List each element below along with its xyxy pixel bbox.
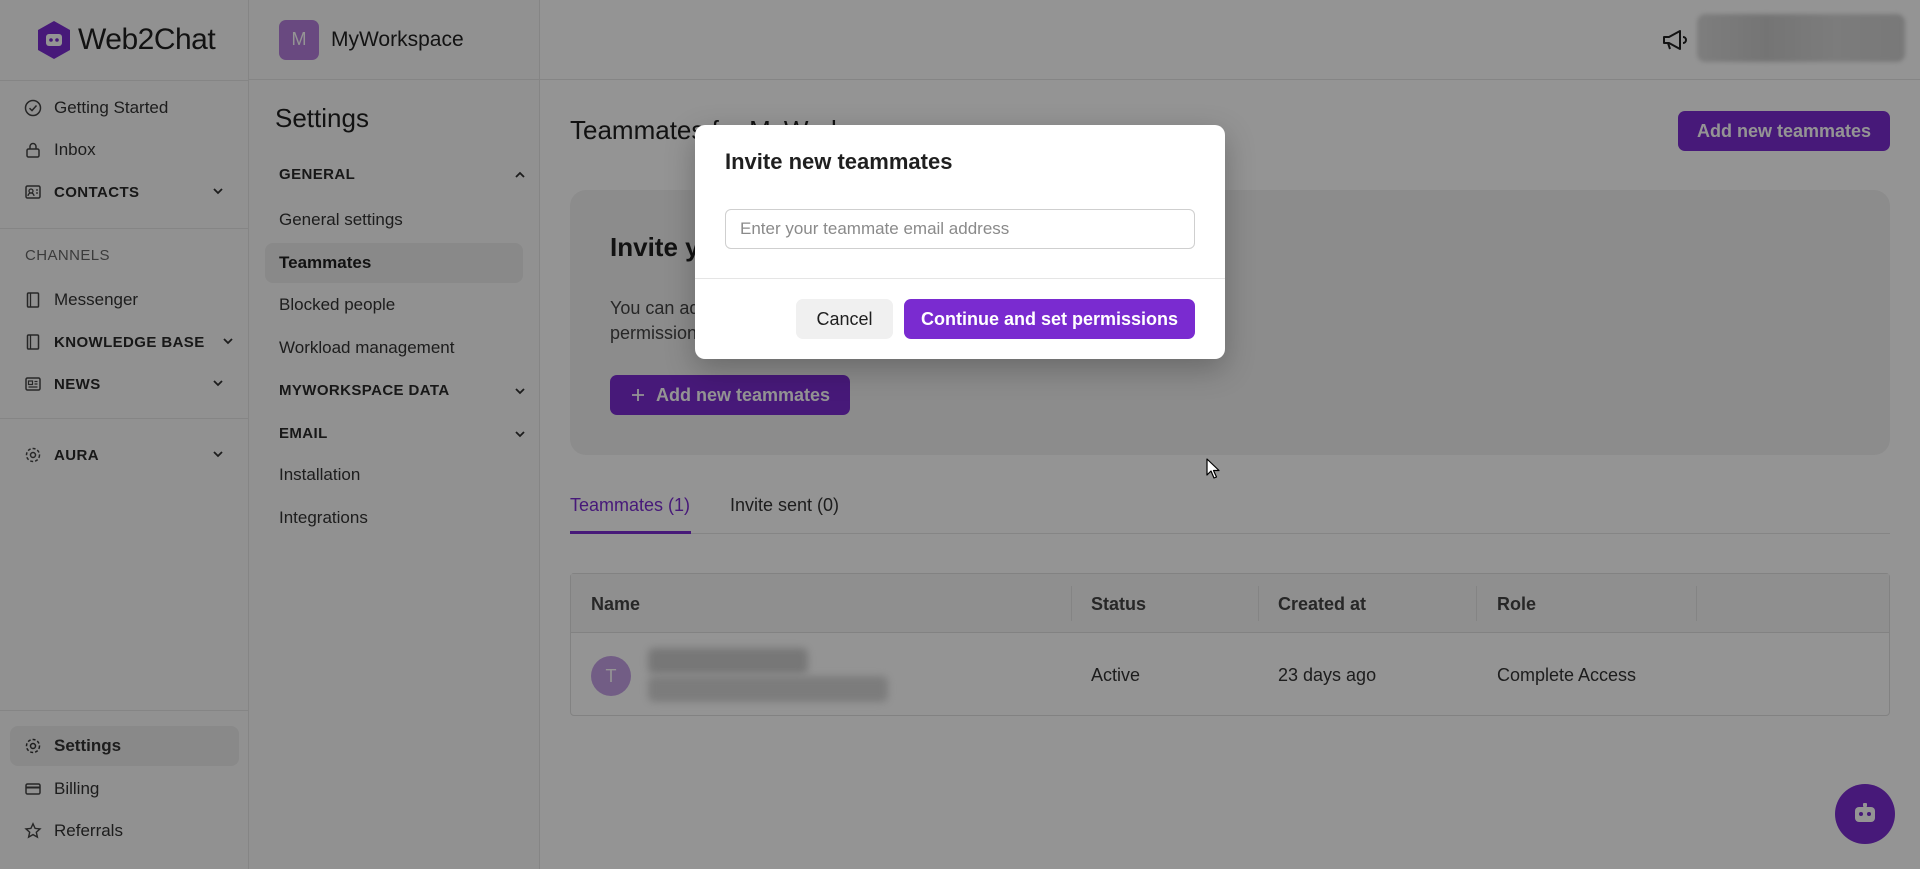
mouse-cursor-icon bbox=[1206, 458, 1220, 479]
invite-modal: Invite new teammates Cancel Continue and… bbox=[695, 125, 1225, 359]
cancel-button[interactable]: Cancel bbox=[796, 299, 893, 339]
modal-divider bbox=[695, 278, 1225, 279]
teammate-email-input[interactable] bbox=[725, 209, 1195, 249]
modal-title: Invite new teammates bbox=[725, 149, 953, 174]
continue-set-permissions-button[interactable]: Continue and set permissions bbox=[904, 299, 1195, 339]
